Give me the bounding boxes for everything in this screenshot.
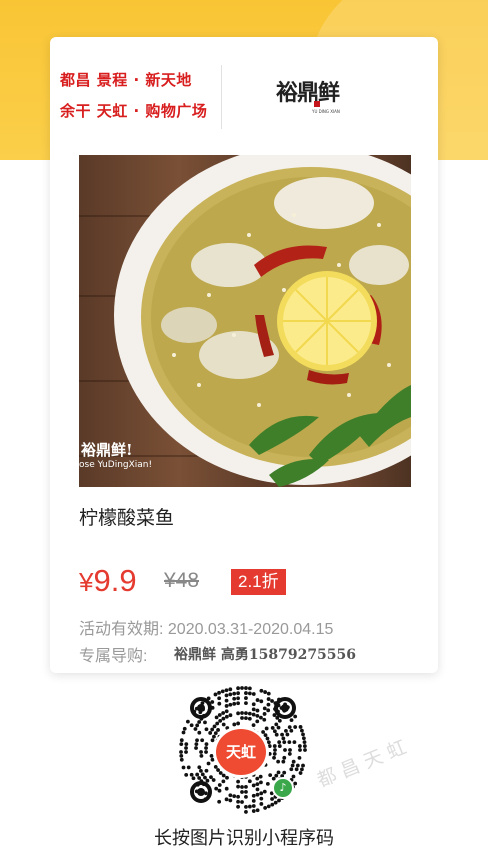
store-list: 都昌 景程 · 新天地 余干 天虹 · 购物广场 <box>60 65 225 127</box>
brand-logo: 裕鼎鲜 YU DING XIAN <box>276 75 346 119</box>
original-price: ¥48 <box>164 569 200 592</box>
store-line-2: 余干 天虹 · 购物广场 <box>60 102 208 120</box>
guide-value: 裕鼎鲜 高勇15879275556 <box>174 647 357 663</box>
page-watermark: 都昌天虹 <box>314 733 416 792</box>
price-row: ¥9.9 ¥48 2.1折 <box>79 563 419 603</box>
header-divider <box>221 65 222 129</box>
validity-period: 活动有效期: 2020.03.31-2020.04.15 <box>79 621 334 638</box>
currency-symbol: ¥ <box>79 567 94 597</box>
photo-watermark-sub: ose YuDingXian! <box>79 460 153 470</box>
product-image: 裕鼎鲜! ose YuDingXian! <box>79 155 411 487</box>
brand-logo-sub: YU DING XIAN <box>312 109 340 114</box>
photo-watermark: 裕鼎鲜! <box>81 441 133 459</box>
discount-badge: 2.1折 <box>231 569 286 595</box>
poster-card: 都昌 景程 · 新天地 余干 天虹 · 购物广场 裕鼎鲜 YU DING XIA… <box>50 37 438 673</box>
product-title: 柠檬酸菜鱼 <box>79 507 175 529</box>
qr-center-logo: 天虹 <box>213 726 269 778</box>
price-value: 9.9 <box>93 563 137 598</box>
miniprogram-icon: ♪ <box>272 777 294 799</box>
store-header: 都昌 景程 · 新天地 余干 天虹 · 购物广场 裕鼎鲜 YU DING XIA… <box>50 59 438 139</box>
current-price: ¥9.9 <box>79 563 137 599</box>
scan-caption: 长按图片识别小程序码 <box>154 828 334 849</box>
store-line-1: 都昌 景程 · 新天地 <box>60 71 192 89</box>
seal-icon <box>314 101 320 107</box>
brand-logo-text: 裕鼎鲜 <box>276 80 340 106</box>
guide-label: 专属导购: <box>79 648 148 665</box>
dish-illustration <box>114 155 411 487</box>
